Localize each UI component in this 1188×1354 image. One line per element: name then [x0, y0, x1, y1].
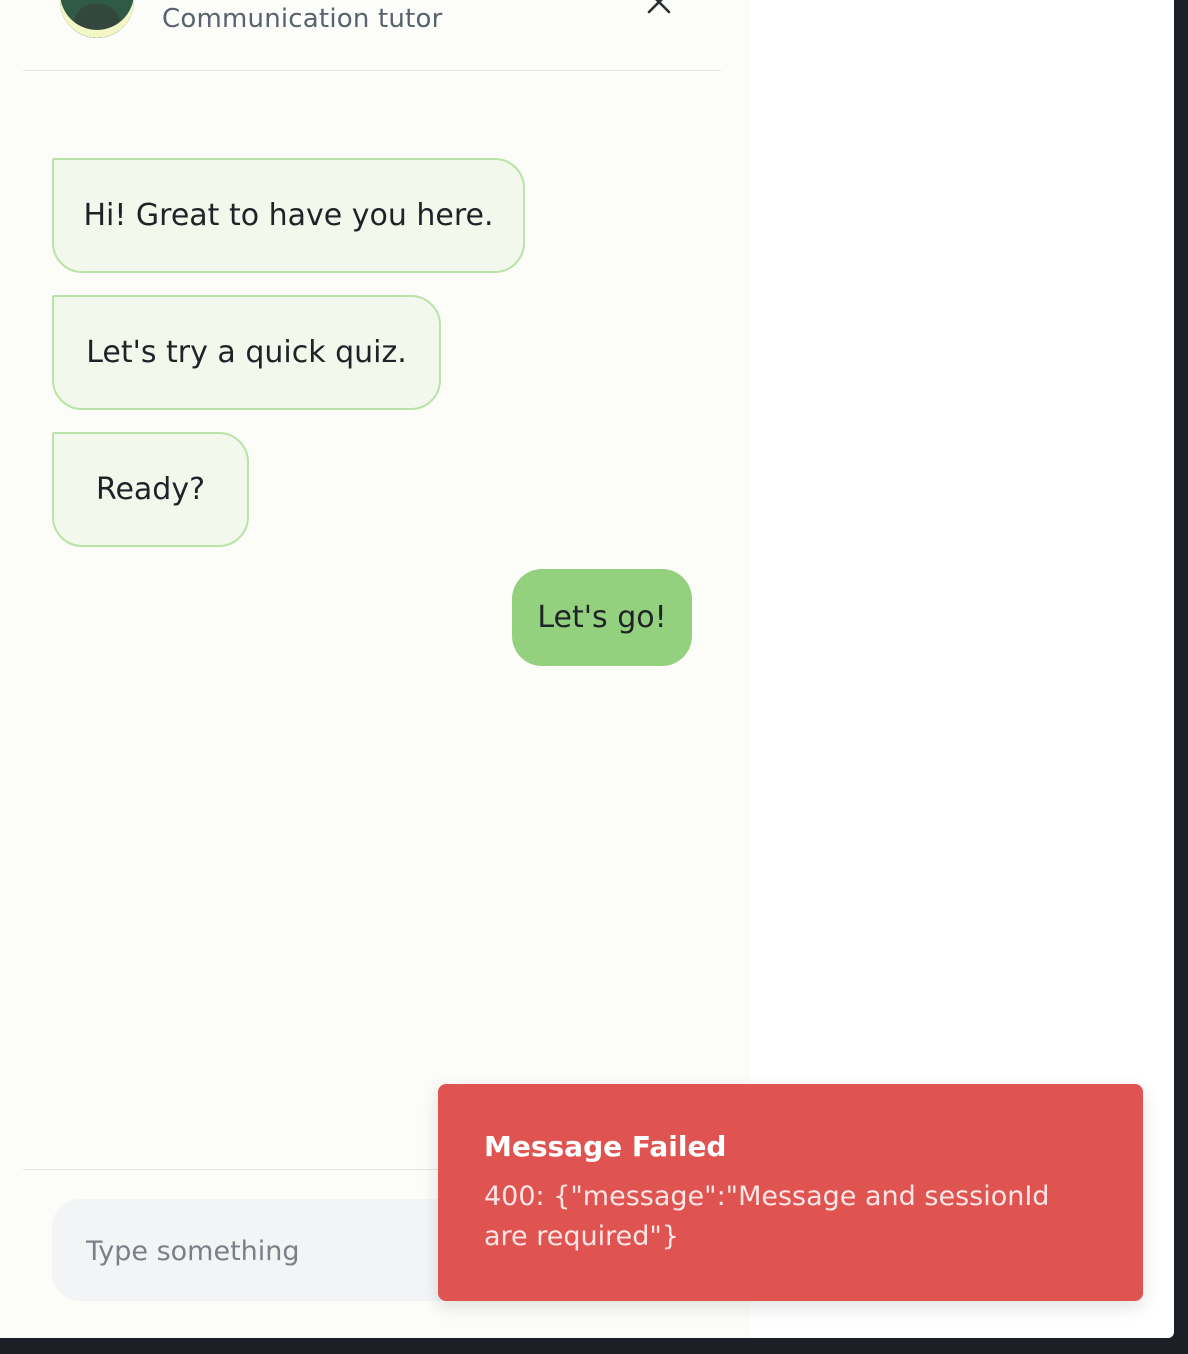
- app-window: Communication tutor Hi! Great to have yo…: [0, 0, 1174, 1338]
- user-message: Let's go!: [512, 569, 692, 666]
- toast-message: 400: {"message":"Message and sessionId a…: [484, 1181, 1050, 1252]
- window-edge: [1174, 0, 1188, 1354]
- close-button[interactable]: [645, 0, 673, 16]
- close-icon: [647, 0, 671, 14]
- chat-header: Communication tutor: [23, 0, 721, 71]
- avatar-ring: [60, 0, 134, 38]
- tutor-subtitle: Communication tutor: [162, 4, 443, 34]
- error-toast[interactable]: Message Failed 400: {"message":"Message …: [438, 1084, 1143, 1301]
- bot-message: Ready?: [52, 432, 249, 547]
- message-input[interactable]: [84, 1199, 488, 1303]
- tutor-avatar: [60, 0, 134, 38]
- toast-title: Message Failed: [484, 1130, 727, 1163]
- bot-message: Hi! Great to have you here.: [52, 158, 525, 273]
- bot-message: Let's try a quick quiz.: [52, 295, 441, 410]
